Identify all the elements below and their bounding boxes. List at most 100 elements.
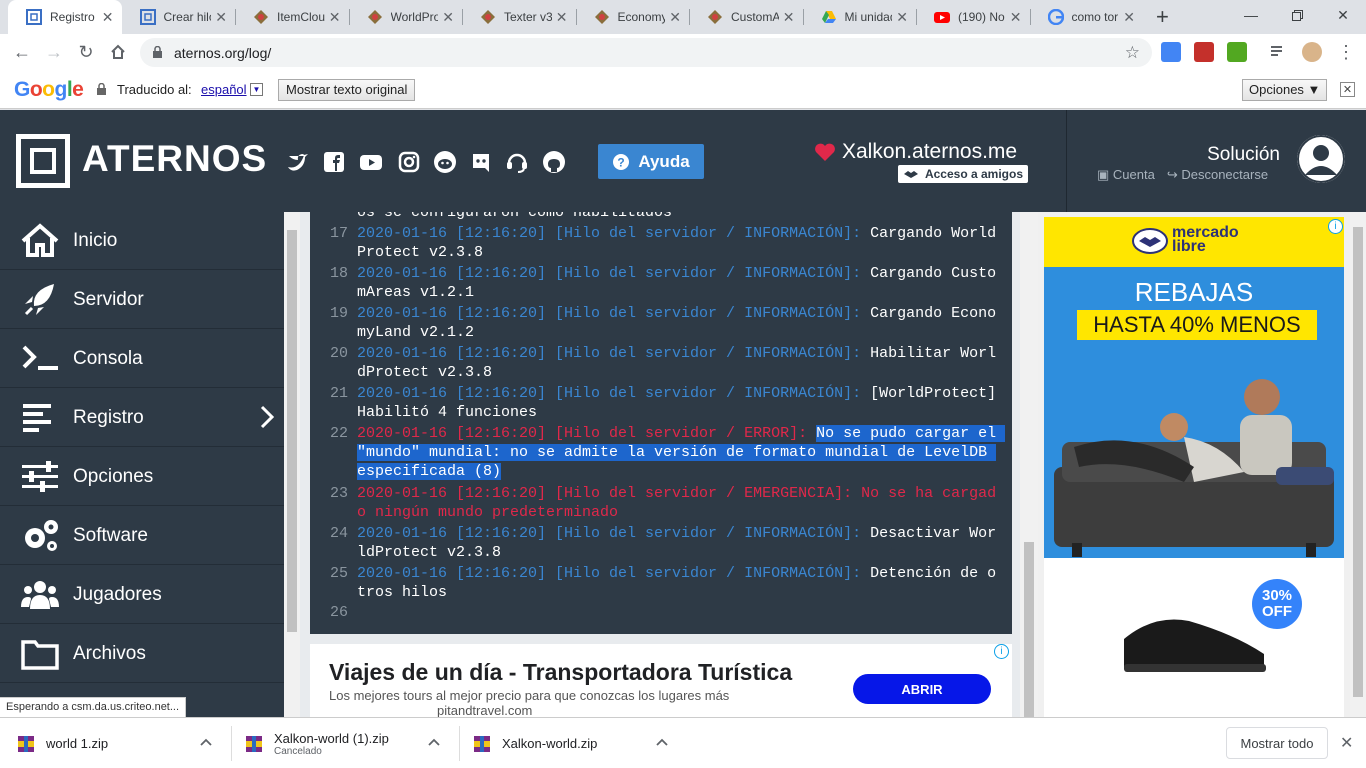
pdf-extension-icon[interactable] [1194, 42, 1214, 62]
sidebar-item-software[interactable]: Software [0, 507, 284, 565]
svg-text:?: ? [618, 155, 625, 169]
close-tab-icon[interactable]: ✕ [783, 9, 795, 26]
log-partial-line: os se configuraron como habilitados [357, 212, 673, 221]
user-avatar[interactable] [1297, 135, 1345, 183]
friends-access-button[interactable]: Acceso a amigos [898, 165, 1028, 183]
chevron-up-icon[interactable] [428, 734, 440, 749]
log-text: 2020-01-16 [12:16:20] [Hilo del servidor… [357, 384, 1002, 422]
discord-icon[interactable] [469, 150, 493, 174]
sidebar-item-opciones[interactable]: Opciones [0, 448, 284, 506]
tab-9[interactable]: (190) No ✕ [916, 0, 1030, 34]
aternos-logo-icon[interactable] [16, 134, 70, 188]
new-tab-button[interactable]: + [1156, 4, 1169, 30]
google-logo: Google [14, 78, 84, 101]
close-window-button[interactable]: ✕ [1320, 0, 1366, 30]
sidebar-item-servidor[interactable]: Servidor [0, 271, 284, 329]
download-item[interactable]: Xalkon-world.zip [474, 718, 684, 768]
close-tab-icon[interactable]: ✕ [669, 9, 681, 26]
home-icon[interactable] [106, 40, 130, 64]
tab-4[interactable]: WorldPro ✕ [349, 0, 463, 34]
translate-bar: Google Traducido al: español ▼ Mostrar t… [0, 71, 1366, 109]
tab-6[interactable]: Economy ✕ [576, 0, 690, 34]
close-tab-icon[interactable]: ✕ [1123, 9, 1135, 26]
line-number: 19 [329, 305, 348, 322]
user-links: ▣ Cuenta ↪ Desconectarse [1097, 167, 1268, 183]
close-shelf-icon[interactable]: ✕ [1340, 733, 1353, 753]
google-icon [1047, 9, 1064, 25]
close-tab-icon[interactable]: ✕ [329, 9, 341, 26]
folder-icon [18, 634, 62, 674]
close-tab-icon[interactable]: ✕ [556, 9, 568, 26]
show-all-downloads-button[interactable]: Mostrar todo [1226, 727, 1328, 759]
tab-separator [1029, 9, 1031, 25]
log-console: os se configuraron como habilitados 17 20… [310, 212, 1012, 634]
tab-3[interactable]: ItemCloud ✕ [235, 0, 349, 34]
ad-info-icon[interactable]: i [994, 644, 1009, 659]
account-link[interactable]: ▣ Cuenta [1097, 167, 1155, 183]
bottom-ad-banner[interactable]: Viajes de un día - Transportadora Turíst… [310, 644, 1012, 718]
tab-10[interactable]: como tor ✕ [1030, 0, 1144, 34]
github-icon[interactable] [542, 150, 566, 174]
translate-extension-icon[interactable] [1161, 42, 1181, 62]
reddit-icon[interactable] [433, 150, 457, 174]
close-tab-icon[interactable]: ✕ [1010, 9, 1022, 26]
facebook-icon[interactable] [322, 150, 346, 174]
close-tab-icon[interactable]: ✕ [442, 9, 454, 26]
sidebar-item-archivos[interactable]: Archivos [0, 625, 284, 683]
tab-2[interactable]: Crear hilo ✕ [122, 0, 236, 34]
browser-toolbar: ← → ↻ aternos.org/log/ ☆ ⋮ [0, 34, 1366, 71]
main-scrollbar[interactable] [1020, 212, 1038, 717]
sidebar-scrollbar[interactable] [284, 212, 300, 717]
side-ad-info-icon[interactable]: i [1328, 219, 1343, 234]
bookmark-star-icon[interactable]: ☆ [1125, 43, 1140, 63]
sidebar-item-jugadores[interactable]: Jugadores [0, 566, 284, 624]
forward-icon[interactable]: → [42, 40, 66, 64]
chevron-up-icon[interactable] [200, 734, 212, 749]
line-number: 17 [329, 225, 348, 242]
menu-dots-icon[interactable]: ⋮ [1334, 40, 1358, 64]
close-tab-icon[interactable]: ✕ [896, 9, 908, 26]
sidebar-item-inicio[interactable]: Inicio [0, 212, 284, 270]
close-tab-icon[interactable]: ✕ [102, 9, 114, 26]
youtube-icon[interactable] [359, 150, 383, 174]
restore-button[interactable] [1274, 0, 1320, 30]
language-dropdown-icon[interactable]: ▼ [250, 83, 263, 96]
address-bar[interactable]: aternos.org/log/ ☆ [140, 38, 1152, 67]
twitter-icon[interactable] [286, 150, 310, 174]
tab-5[interactable]: Texter v3 ✕ [462, 0, 576, 34]
terminal-icon [18, 339, 62, 379]
minimize-button[interactable]: — [1228, 0, 1274, 30]
reload-icon[interactable]: ↻ [74, 40, 98, 64]
profile-avatar[interactable] [1302, 42, 1322, 62]
instagram-icon[interactable] [397, 150, 421, 174]
download-item[interactable]: Xalkon-world (1).zip Cancelado [246, 718, 456, 768]
download-item[interactable]: world 1.zip [18, 718, 228, 768]
ad-open-button[interactable]: ABRIR [853, 674, 991, 704]
support-icon[interactable] [505, 150, 529, 174]
translate-options-button[interactable]: Opciones ▼ [1242, 79, 1328, 101]
server-address[interactable]: Xalkon.aternos.me [814, 140, 1017, 164]
ad-title[interactable]: Viajes de un día - Transportadora Turíst… [329, 659, 792, 686]
sidebar-item-consola[interactable]: Consola [0, 330, 284, 388]
side-ad-banner[interactable]: mercadolibre i REBAJAS HASTA 40% MENOS [1044, 217, 1344, 717]
poggit-icon [253, 9, 269, 25]
tab-1[interactable]: Registro | A ✕ [8, 0, 122, 34]
logout-link[interactable]: ↪ Desconectarse [1167, 167, 1268, 183]
media-control-icon[interactable] [1268, 42, 1288, 62]
download-extension-icon[interactable] [1227, 42, 1247, 62]
page-scrollbar[interactable] [1350, 212, 1366, 717]
back-icon[interactable]: ← [10, 40, 34, 64]
close-translate-icon[interactable]: ✕ [1340, 82, 1355, 97]
tab-8[interactable]: Mi unidad ✕ [803, 0, 917, 34]
sidebar-item-registro[interactable]: Registro [0, 389, 284, 447]
site-logo-text[interactable]: ATERNOS [82, 138, 267, 180]
status-bubble: Esperando a csm.da.us.criteo.net... [0, 697, 187, 717]
show-original-button[interactable]: Mostrar texto original [278, 79, 416, 101]
close-tab-icon[interactable]: ✕ [215, 9, 227, 26]
chevron-up-icon[interactable] [656, 734, 668, 749]
log-text: 2020-01-16 [12:16:20] [Hilo del servidor… [357, 524, 1002, 562]
tab-7[interactable]: CustomA ✕ [689, 0, 803, 34]
tab-separator [575, 9, 577, 25]
help-button[interactable]: ? Ayuda [598, 144, 704, 179]
translate-language-link[interactable]: español [201, 82, 247, 97]
